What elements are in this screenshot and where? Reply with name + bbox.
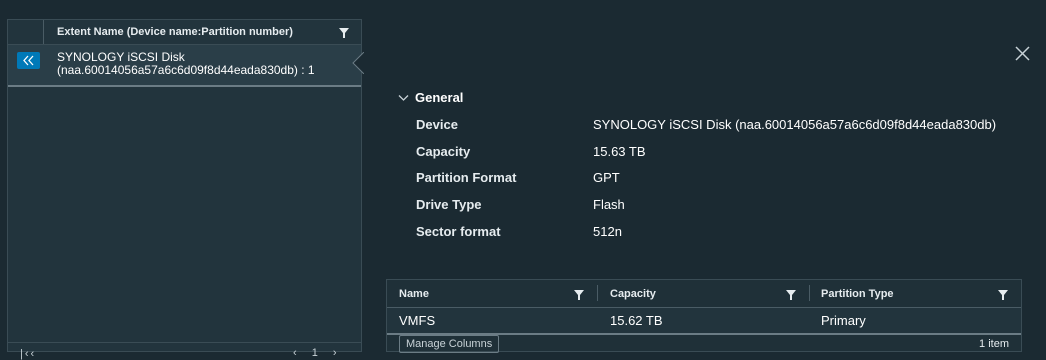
device-value: SYNOLOGY iSCSI Disk (naa.60014056a57a6c6…	[593, 117, 997, 132]
footer-control[interactable]: |‹‹	[20, 348, 36, 360]
table-row[interactable]: VMFS 15.62 TB Primary	[387, 308, 1021, 335]
manage-columns-button[interactable]: Manage Columns	[399, 335, 500, 353]
cell-name: VMFS	[399, 313, 436, 328]
sector-format-label: Sector format	[416, 224, 501, 239]
filter-icon[interactable]	[997, 289, 1009, 301]
column-header-partition-type[interactable]: Partition Type	[821, 288, 894, 300]
chevron-down-icon	[398, 94, 409, 101]
column-header-capacity[interactable]: Capacity	[610, 288, 656, 300]
pager-control[interactable]: ‹ 1 ›	[293, 347, 343, 359]
partition-format-label: Partition Format	[416, 170, 517, 185]
column-header-name[interactable]: Name	[399, 288, 429, 300]
section-title: General	[415, 90, 464, 105]
filter-icon[interactable]	[338, 27, 350, 39]
capacity-label: Capacity	[416, 144, 471, 159]
detail-pointer	[352, 52, 364, 74]
item-count: 1 item	[979, 338, 1009, 350]
device-label: Device	[416, 117, 458, 132]
double-chevron-left-icon	[23, 55, 34, 66]
extent-row[interactable]: SYNOLOGY iSCSI Disk (naa.60014056a57a6c6…	[8, 45, 361, 87]
extent-name-column-header[interactable]: Extent Name (Device name:Partition numbe…	[57, 26, 293, 38]
drive-type-value: Flash	[593, 197, 625, 212]
partitions-grid: Name Capacity Partition Type VMFS 15.62 …	[386, 279, 1022, 353]
extent-list-footer: |‹‹ ‹ 1 ›	[8, 342, 361, 360]
column-separator	[43, 20, 44, 44]
extent-name: SYNOLOGY iSCSI Disk (naa.60014056a57a6c6…	[57, 50, 315, 77]
partitions-grid-header: Name Capacity Partition Type	[387, 280, 1021, 308]
cell-partition-type: Primary	[821, 313, 866, 328]
capacity-value: 15.63 TB	[593, 144, 646, 159]
column-separator[interactable]	[597, 285, 598, 301]
filter-icon[interactable]	[785, 289, 797, 301]
partition-format-value: GPT	[593, 170, 620, 185]
sector-format-value: 512n	[593, 224, 622, 239]
drive-type-label: Drive Type	[416, 197, 482, 212]
extent-list-header: Extent Name (Device name:Partition numbe…	[8, 20, 361, 45]
top-strip	[0, 0, 1046, 19]
cell-capacity: 15.62 TB	[610, 313, 663, 328]
extent-list-pane: Extent Name (Device name:Partition numbe…	[7, 19, 362, 360]
collapse-detail-button[interactable]	[17, 52, 40, 69]
column-separator[interactable]	[809, 285, 810, 301]
close-icon[interactable]	[1014, 45, 1031, 62]
partitions-grid-footer: Manage Columns 1 item	[387, 335, 1021, 353]
filter-icon[interactable]	[573, 289, 585, 301]
general-section-toggle[interactable]: General	[398, 90, 463, 105]
